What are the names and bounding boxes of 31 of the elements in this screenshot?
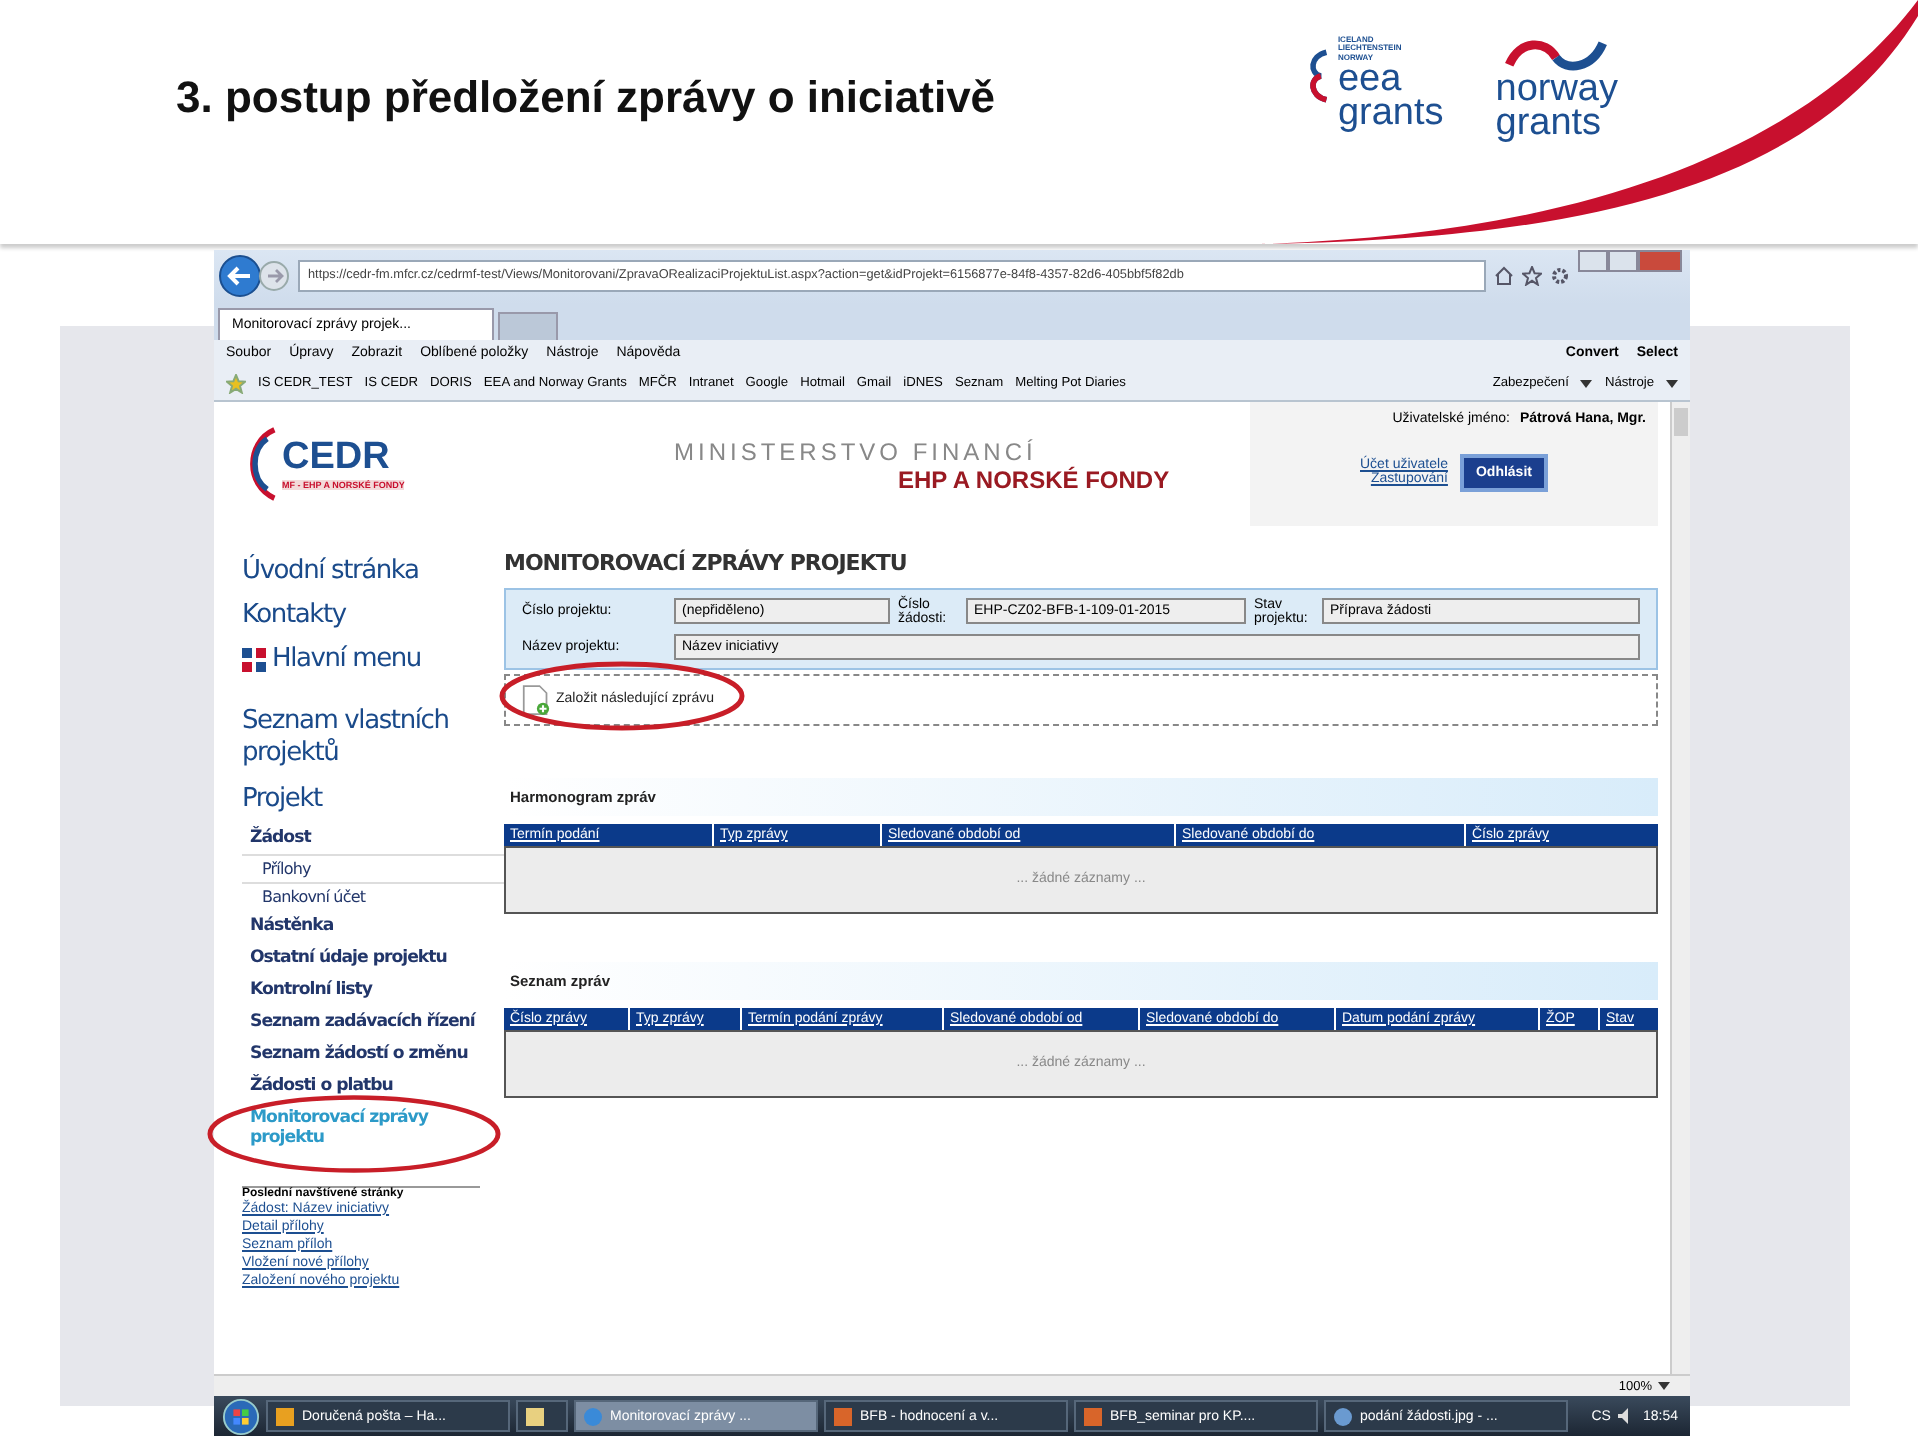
favorites-star-icon[interactable] — [226, 373, 246, 394]
page-title: MONITOROVACÍ ZPRÁVY PROJEKTU — [504, 549, 909, 576]
caret-icon — [1658, 1382, 1670, 1391]
slide-title: 3. postup předložení zprávy o iniciativě — [174, 70, 996, 126]
star-icon[interactable] — [1522, 266, 1542, 287]
nav-item[interactable]: Kontrolní listy — [242, 973, 504, 1006]
nav-item[interactable]: Seznam žádostí o změnu — [242, 1037, 504, 1070]
nav-link[interactable]: Seznam vlastních projektů — [242, 705, 482, 770]
taskbar-button[interactable] — [516, 1400, 568, 1432]
fund-title: EHP A NORSKÉ FONDY — [896, 465, 1172, 494]
ministry-title: MINISTERSTVO FINANCÍ — [674, 437, 1039, 466]
nav-item[interactable]: Ostatní údaje projektu — [242, 941, 504, 974]
caret-icon — [1666, 379, 1678, 388]
caret-icon — [1580, 379, 1593, 388]
home-icon[interactable] — [1494, 266, 1514, 287]
maximize-button[interactable] — [1608, 250, 1638, 272]
nav-item[interactable]: Žádosti o platbu — [242, 1069, 504, 1102]
nav-link[interactable]: Hlavní menu — [272, 637, 421, 682]
nav-link[interactable]: Projekt — [242, 777, 504, 822]
minimize-button[interactable] — [1578, 250, 1608, 272]
forward-button[interactable] — [258, 260, 290, 293]
nav-link[interactable]: Kontakty — [242, 593, 346, 638]
nav-link[interactable]: Úvodní stránka — [242, 549, 419, 594]
scrollbar[interactable] — [1670, 401, 1690, 1375]
nav-item[interactable]: Žádost — [242, 821, 504, 854]
start-button[interactable] — [222, 1397, 260, 1435]
grants-logo: norway grants — [1495, 36, 1618, 140]
back-button[interactable] — [218, 254, 262, 299]
nav-item[interactable]: Seznam zadávacích řízení — [242, 1005, 504, 1038]
nav-item[interactable]: Nástěnka — [242, 909, 504, 942]
new-document-icon — [522, 683, 550, 716]
